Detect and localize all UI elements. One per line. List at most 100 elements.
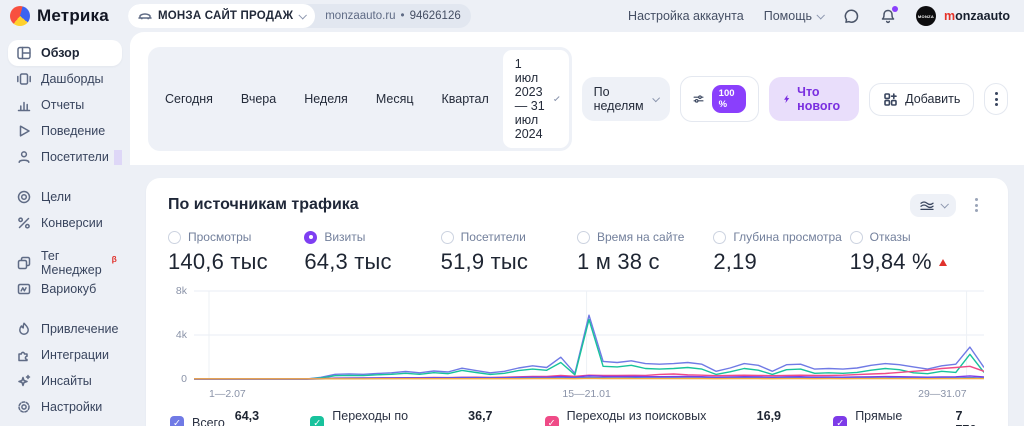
sidebar-item-reports[interactable]: Отчеты [8,92,122,118]
metric-depth[interactable]: Глубина просмотра 2,19 [713,230,849,275]
sidebar-item-visitors[interactable]: Посетители [8,144,122,170]
notifications-button[interactable] [880,5,899,25]
checkbox-checked-icon[interactable] [544,416,559,426]
sampling-button[interactable]: 100 % [679,76,759,122]
counter-id: 94626126 [409,10,461,22]
chevron-down-icon [298,11,308,20]
radio-icon[interactable] [440,230,454,244]
period-quarter-button[interactable]: Квартал [428,85,503,113]
traffic-chart-svg[interactable] [194,285,984,385]
radio-icon[interactable] [849,230,863,244]
checkbox-checked-icon[interactable] [833,416,848,426]
widget-add-icon [884,92,897,106]
chat-button[interactable] [843,8,860,25]
lightning-icon [783,94,789,104]
period-month-button[interactable]: Месяц [362,85,428,113]
tag-manager-icon [17,256,31,270]
site-switcher: МОНЗА САЙТ ПРОДАЖ monzaauto.ru • 9462612… [128,4,471,28]
settings-gear-icon [18,401,30,413]
sidebar-item-integrations[interactable]: Интеграции [8,342,122,368]
sidebar-item-overview[interactable]: Обзор [8,40,122,66]
legend-item-total[interactable]: Всего 64,3 тыс [170,409,284,426]
metrika-brand[interactable]: Метрика [10,6,128,26]
x-axis: 1—2.07 15—21.01 29—31.07 [209,388,967,400]
sidebar-item-insights[interactable]: Инсайты [8,368,122,394]
metric-pageviews[interactable]: Просмотры 140,6 тыс [168,230,304,275]
sidebar-item-dashboards[interactable]: Дашборды [8,66,122,92]
help-menu[interactable]: Помощь [763,9,825,23]
chart-legend: Всего 64,3 тыс Переходы по рекламе 36,7 … [168,409,986,426]
granularity-dropdown[interactable]: По неделям [581,77,670,121]
content-area: По источникам трафика Просмотры 140,6 ты… [130,165,1024,426]
beta-badge: β [111,254,117,264]
toolbar-kebab-button[interactable] [984,83,1008,115]
metric-users[interactable]: Посетители 51,9 тыс [440,230,577,275]
radio-icon[interactable] [576,230,590,244]
y-axis: 0 4k 8k [175,285,187,385]
chart-type-selector[interactable] [910,193,956,217]
car-icon [138,13,152,20]
user-avatar[interactable]: MONZA [916,6,937,26]
chevron-down-icon [940,200,949,209]
legend-item-ad-traffic[interactable]: Переходы по рекламе 36,7 тыс [310,409,518,426]
date-range-picker[interactable]: 1 июл 2023 — 31 июл 2024 [502,50,569,148]
sidebar-item-conversions[interactable]: Конверсии [8,210,122,236]
radio-icon[interactable] [168,230,181,244]
sidebar-item-attraction[interactable]: Привлечение [8,316,122,342]
sliders-icon [693,95,704,103]
chevron-down-icon [553,95,560,102]
add-widget-button[interactable]: Добавить [869,82,975,116]
site-domain[interactable]: monzaauto.ru [325,10,395,22]
site-meta: monzaauto.ru • 94626126 [315,10,471,22]
site-selector-dropdown[interactable]: МОНЗА САЙТ ПРОДАЖ [128,4,316,28]
radio-selected-icon[interactable] [304,230,318,244]
dot-separator: • [400,10,405,22]
period-week-button[interactable]: Неделя [290,85,362,113]
account-settings-link[interactable]: Настройка аккаунта [628,9,744,23]
overview-icon [17,46,31,60]
checkbox-checked-icon[interactable] [310,416,325,426]
goals-icon [17,190,31,204]
legend-item-search-traffic[interactable]: Переходы из поисковых систем 16,9 тыс [544,409,808,426]
sidebar-item-settings[interactable]: Настройки [8,394,122,420]
notification-dot [892,5,899,12]
checkbox-checked-icon[interactable] [170,416,184,426]
topbar-right: Настройка аккаунта Помощь MONZA monzaaut… [628,5,1010,26]
metric-tabs: Просмотры 140,6 тыс Визиты 64,3 тыс Посе… [168,230,986,275]
card-kebab-button[interactable] [966,193,986,217]
whats-new-button[interactable]: Что нового [768,77,860,121]
sampling-badge: 100 % [711,85,746,113]
insights-sparkle-icon [18,374,31,387]
toolbar: Сегодня Вчера Неделя Месяц Квартал 1 июл… [130,32,1024,165]
sidebar-item-goals[interactable]: Цели [8,184,122,210]
legend-item-direct-traffic[interactable]: Прямые заходы 7 776 [833,409,986,426]
period-today-button[interactable]: Сегодня [151,85,227,113]
chart-type-icon [920,200,934,210]
sidebar: Обзор Дашборды Отчеты Поведение Посетите… [0,32,130,426]
metric-bounce-rate[interactable]: Отказы 19,84 % [849,230,986,275]
topbar: Метрика МОНЗА САЙТ ПРОДАЖ monzaauto.ru •… [0,0,1024,32]
conversions-icon [18,217,30,229]
chat-bubble-icon [844,8,859,23]
metrika-logo-icon [10,6,30,26]
period-selector: Сегодня Вчера Неделя Месяц Квартал 1 июл… [148,47,572,151]
sidebar-item-behavior[interactable]: Поведение [8,118,122,144]
help-label: Помощь [763,9,813,23]
dashboards-icon [17,73,31,85]
period-yesterday-button[interactable]: Вчера [227,85,290,113]
radio-icon[interactable] [713,230,727,244]
metric-time-on-site[interactable]: Время на сайте 1 м 38 с [576,230,713,275]
brand-name: Метрика [37,6,109,25]
visitors-icon [18,151,30,163]
username[interactable]: monzaauto [944,9,1010,23]
integrations-puzzle-icon [18,351,28,362]
metric-visits[interactable]: Визиты 64,3 тыс [304,230,440,275]
sidebar-item-tag-manager[interactable]: Тег Менеджер β [8,249,122,277]
traffic-sources-card: По источникам трафика Просмотры 140,6 ты… [146,178,1008,426]
sidebar-item-variocube[interactable]: Вариокуб [8,276,122,302]
chevron-down-icon [816,11,825,20]
variocube-icon [17,283,31,295]
trend-up-icon [938,258,947,266]
attraction-flame-icon [19,322,29,335]
reports-icon [17,101,31,112]
